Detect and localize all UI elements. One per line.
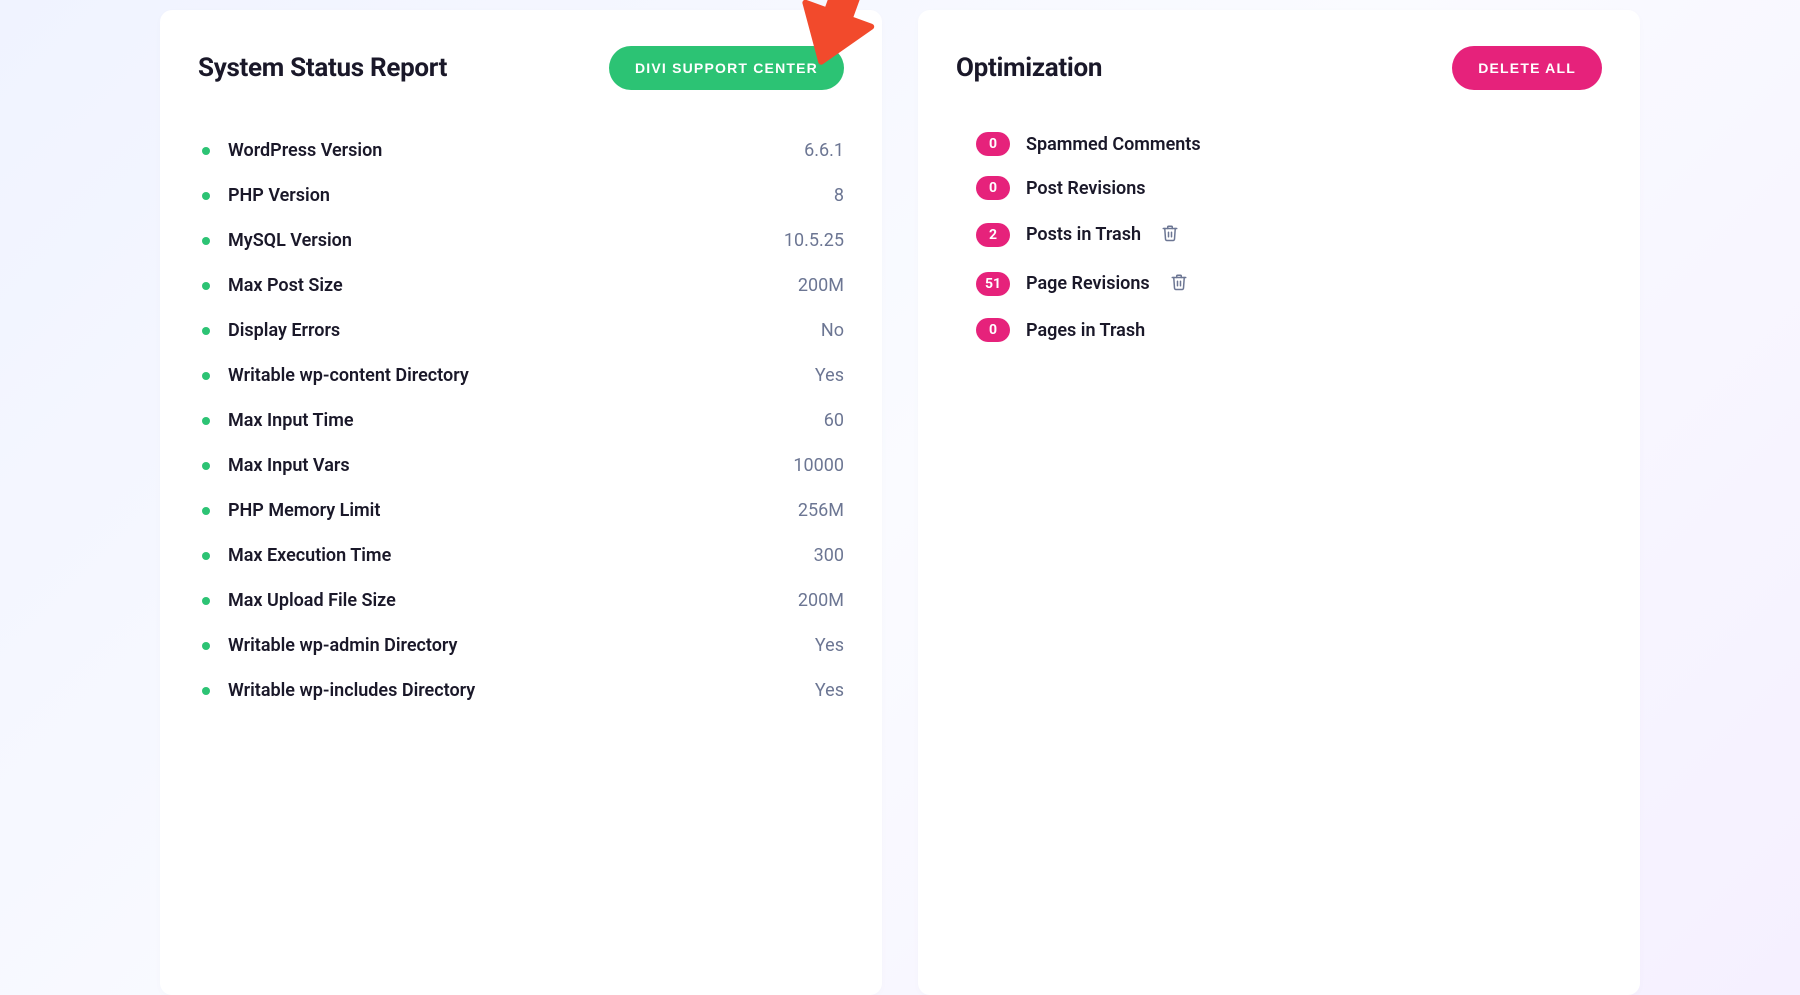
status-row-value: 10.5.25 <box>784 230 844 251</box>
status-row-value: 200M <box>798 275 844 296</box>
status-ok-dot-icon <box>202 237 210 245</box>
status-ok-dot-icon <box>202 462 210 470</box>
status-ok-dot-icon <box>202 417 210 425</box>
status-row-label: PHP Memory Limit <box>228 500 780 521</box>
status-card-header: System Status Report Divi Support Center <box>198 46 844 90</box>
optimization-row: 0 Spammed Comments <box>956 122 1602 166</box>
status-list: WordPress Version 6.6.1 PHP Version 8 MySQL … <box>198 128 844 713</box>
status-row-label: Max Upload File Size <box>228 590 780 611</box>
status-row: PHP Memory Limit 256M <box>198 488 844 533</box>
status-row-label: Max Post Size <box>228 275 780 296</box>
status-row-value: Yes <box>815 365 844 386</box>
status-ok-dot-icon <box>202 327 210 335</box>
status-row: PHP Version 8 <box>198 173 844 218</box>
status-row-value: Yes <box>815 635 844 656</box>
status-row-value: 10000 <box>793 455 844 476</box>
status-row-label: Max Input Time <box>228 410 806 431</box>
status-row-label: Writable wp-includes Directory <box>228 680 797 701</box>
status-ok-dot-icon <box>202 597 210 605</box>
optimization-row: 2 Posts in Trash <box>956 210 1602 259</box>
status-row: Writable wp-admin Directory Yes <box>198 623 844 668</box>
status-row: Writable wp-content Directory Yes <box>198 353 844 398</box>
status-row: Writable wp-includes Directory Yes <box>198 668 844 713</box>
status-row-value: No <box>821 320 844 341</box>
status-row-value: 8 <box>834 185 844 206</box>
status-ok-dot-icon <box>202 282 210 290</box>
status-ok-dot-icon <box>202 372 210 380</box>
delete-all-button[interactable]: Delete All <box>1452 46 1602 90</box>
status-row: Max Post Size 200M <box>198 263 844 308</box>
status-row: WordPress Version 6.6.1 <box>198 128 844 173</box>
status-row-value: 6.6.1 <box>804 140 844 161</box>
count-badge: 0 <box>976 132 1010 156</box>
status-row-value: 60 <box>824 410 844 431</box>
status-ok-dot-icon <box>202 642 210 650</box>
status-row-label: Max Execution Time <box>228 545 796 566</box>
count-badge: 0 <box>976 176 1010 200</box>
status-card-title: System Status Report <box>198 53 447 83</box>
optimization-card: Optimization Delete All 0 Spammed Comment… <box>918 10 1640 995</box>
status-ok-dot-icon <box>202 552 210 560</box>
system-status-card: System Status Report Divi Support Center… <box>160 10 882 995</box>
status-row-value: Yes <box>815 680 844 701</box>
status-row: Max Input Vars 10000 <box>198 443 844 488</box>
status-ok-dot-icon <box>202 192 210 200</box>
status-ok-dot-icon <box>202 687 210 695</box>
delete-row-button[interactable] <box>1166 269 1192 298</box>
status-row-value: 200M <box>798 590 844 611</box>
optimization-row-label: Pages in Trash <box>1026 320 1145 341</box>
optimization-card-title: Optimization <box>956 53 1102 83</box>
trash-icon <box>1161 224 1179 245</box>
status-row-label: WordPress Version <box>228 140 786 161</box>
count-badge: 0 <box>976 318 1010 342</box>
status-row-value: 256M <box>798 500 844 521</box>
divi-support-center-button[interactable]: Divi Support Center <box>609 46 844 90</box>
optimization-row-label: Spammed Comments <box>1026 134 1201 155</box>
status-row: MySQL Version 10.5.25 <box>198 218 844 263</box>
status-ok-dot-icon <box>202 507 210 515</box>
optimization-row-label: Posts in Trash <box>1026 224 1141 245</box>
delete-row-button[interactable] <box>1157 220 1183 249</box>
status-row-label: Writable wp-admin Directory <box>228 635 797 656</box>
optimization-row-label: Post Revisions <box>1026 178 1146 199</box>
optimization-row: 0 Post Revisions <box>956 166 1602 210</box>
optimization-card-header: Optimization Delete All <box>956 46 1602 90</box>
optimization-list: 0 Spammed Comments 0 Post Revisions 2 Posts i… <box>956 122 1602 352</box>
status-row-label: PHP Version <box>228 185 816 206</box>
optimization-row: 0 Pages in Trash <box>956 308 1602 352</box>
count-badge: 2 <box>976 223 1010 247</box>
trash-icon <box>1170 273 1188 294</box>
optimization-row: 51 Page Revisions <box>956 259 1602 308</box>
status-ok-dot-icon <box>202 147 210 155</box>
count-badge: 51 <box>976 272 1010 296</box>
status-row-label: MySQL Version <box>228 230 766 251</box>
status-row: Max Execution Time 300 <box>198 533 844 578</box>
status-row-value: 300 <box>814 545 844 566</box>
status-row-label: Max Input Vars <box>228 455 775 476</box>
optimization-row-label: Page Revisions <box>1026 273 1150 294</box>
status-row: Max Input Time 60 <box>198 398 844 443</box>
status-row: Display Errors No <box>198 308 844 353</box>
status-row-label: Display Errors <box>228 320 803 341</box>
status-row: Max Upload File Size 200M <box>198 578 844 623</box>
status-row-label: Writable wp-content Directory <box>228 365 797 386</box>
